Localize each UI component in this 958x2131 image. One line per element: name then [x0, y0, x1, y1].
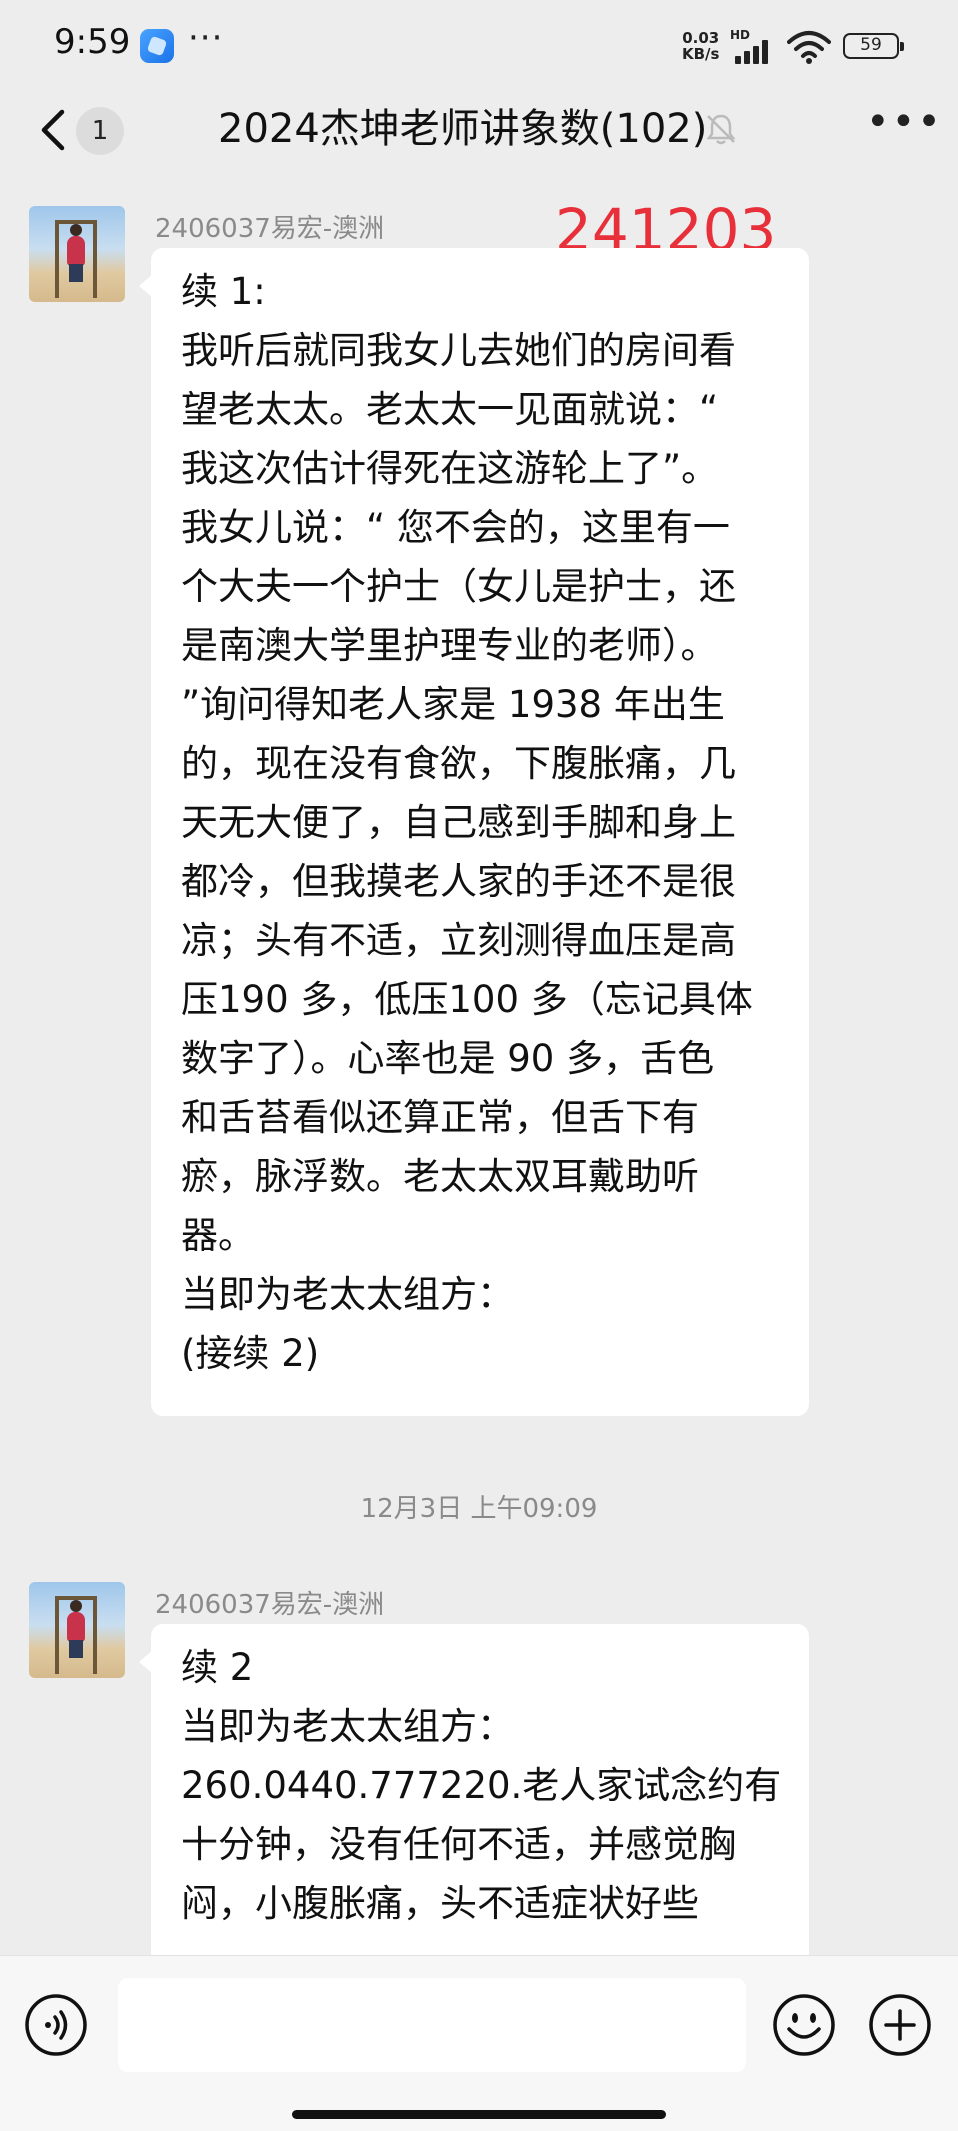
avatar[interactable]	[29, 206, 125, 302]
sender-name: 2406037易宏-澳洲	[155, 214, 385, 244]
home-indicator[interactable]	[292, 2110, 666, 2119]
more-options-icon[interactable]: •••	[866, 102, 941, 146]
battery-level: 59	[860, 35, 882, 55]
message-text-line: 都冷，但我摸老人家的手还不是很	[181, 860, 736, 903]
message-text-line: 当即为老太太组方：	[181, 1273, 514, 1316]
message-text-line: 260.0440.777220.老人家试念约有	[181, 1764, 782, 1807]
message-text-line: 是南澳大学里护理专业的老师）。	[181, 624, 718, 667]
message-text-line: 数字了）。心率也是 90 多，舌色	[181, 1037, 715, 1080]
wifi-icon	[787, 31, 831, 64]
message-text-line: 望老太太。老太太一见面就说：“	[181, 388, 719, 431]
message-text-line: 续 2	[181, 1646, 254, 1689]
message-text-line: 我听后就同我女儿去她们的房间看	[181, 329, 736, 372]
sender-name: 2406037易宏-澳洲	[155, 1590, 385, 1620]
status-bar: 9:59 ··· 0.03 KB/s HD 59	[0, 0, 958, 92]
status-time: 9:59	[54, 22, 131, 62]
mute-bell-icon	[706, 114, 736, 145]
network-speed-value: 0.03	[682, 29, 720, 47]
chat-title: 2024杰坤老师讲象数(102)	[218, 106, 708, 152]
battery-icon: 59	[843, 33, 904, 59]
message-text-line: 闷，小腹胀痛，头不适症状好些	[181, 1882, 699, 1925]
message-text-line: 的，现在没有食欲，下腹胀痛，几	[181, 742, 736, 785]
message-text-line: 十分钟，没有任何不适，并感觉胸	[181, 1823, 736, 1866]
message-text-line: 续 1:	[181, 270, 266, 313]
message-text-line: 天无大便了，自己感到手脚和身上	[181, 801, 736, 844]
message-text-line: 当即为老太太组方：	[181, 1705, 514, 1748]
network-speed-unit: KB/s	[682, 45, 720, 63]
message-text-line: 压190 多，低压100 多（忘记具体	[181, 978, 753, 1021]
message-text-line: 凉；头有不适，立刻测得血压是高	[181, 919, 736, 962]
message-timestamp: 12月3日 上午09:09	[360, 1494, 598, 1524]
message-text-line: 我这次估计得死在这游轮上了”。	[181, 447, 719, 490]
app-notification-icon	[140, 29, 174, 63]
message-text-line: ”询问得知老人家是 1938 年出生	[181, 683, 725, 726]
emoji-icon[interactable]	[772, 1993, 836, 2057]
unread-count-badge[interactable]: 1	[76, 107, 124, 155]
message-text-line: 我女儿说：“ 您不会的，这里有一	[181, 506, 730, 549]
more-notifications-icon: ···	[188, 18, 224, 58]
message-bubble[interactable]: 续 1: 我听后就同我女儿去她们的房间看 望老太太。老太太一见面就说：“ 我这次估计得…	[139, 248, 809, 1416]
voice-input-icon[interactable]	[24, 1993, 88, 2057]
message-text-line: 瘀，脉浮数。老太太双耳戴助听	[181, 1155, 699, 1198]
message-text-line: 和舌苔看似还算正常，但舌下有	[181, 1096, 699, 1139]
avatar[interactable]	[29, 1582, 125, 1678]
message-text-line: 个大夫一个护士（女儿是护士，还	[181, 565, 736, 608]
message-input[interactable]	[118, 1978, 746, 2072]
signal-icon	[735, 40, 775, 64]
network-speed: 0.03 KB/s	[682, 30, 719, 62]
back-icon[interactable]	[38, 108, 68, 152]
add-icon[interactable]	[868, 1993, 932, 2057]
message-text-line: (接续 2)	[181, 1332, 320, 1375]
message-text-line: 器。	[181, 1214, 255, 1257]
